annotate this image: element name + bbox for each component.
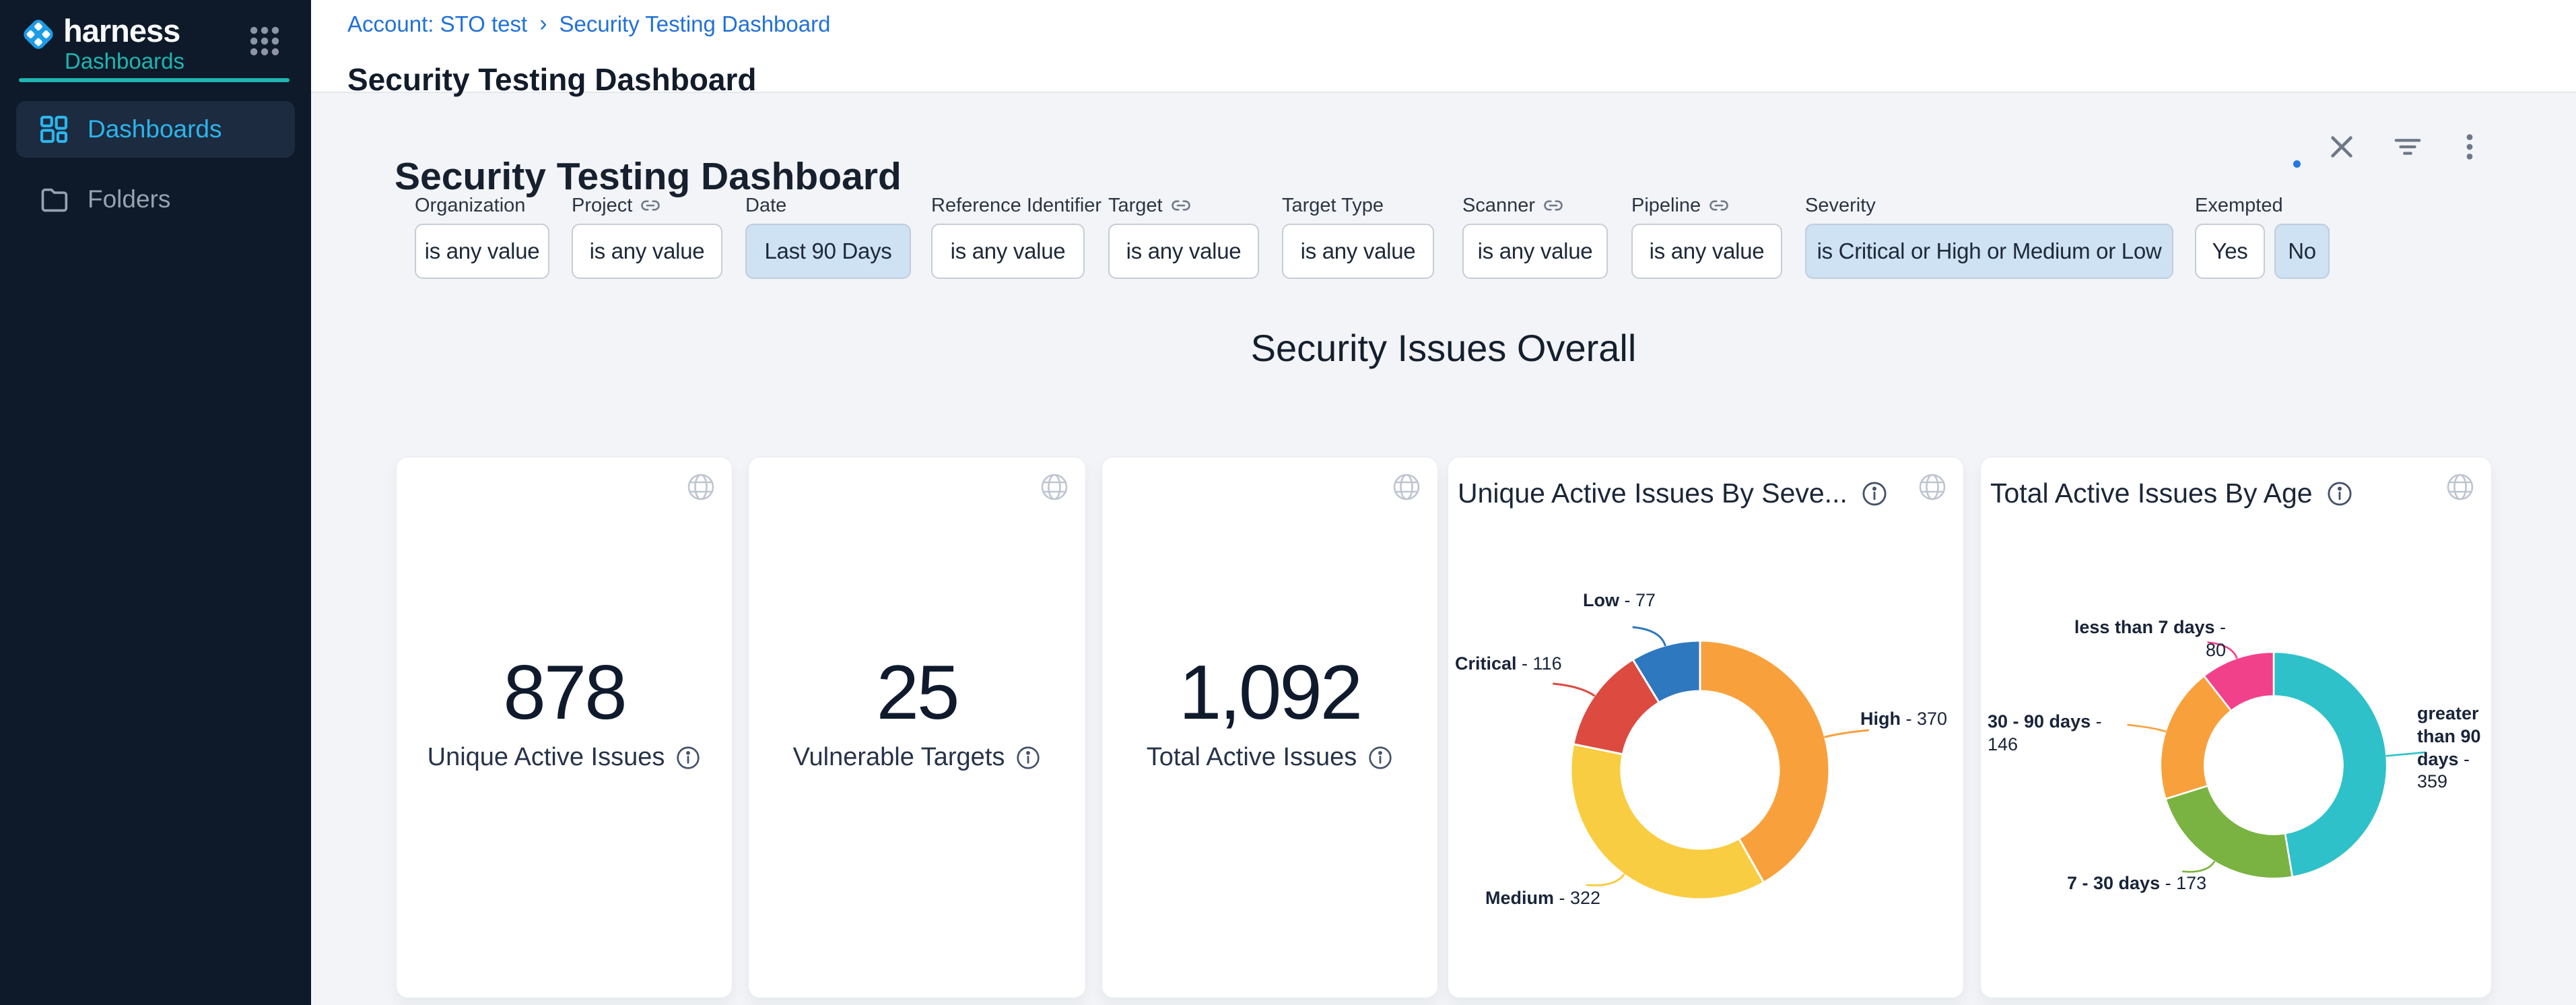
close-icon[interactable] (2323, 128, 2361, 166)
kebab-menu-icon[interactable] (2451, 128, 2488, 166)
filter-label: Project (572, 195, 632, 217)
filter-icon[interactable] (2389, 128, 2427, 166)
stat-value: 1,092 (1102, 649, 1437, 737)
chart-callout-7-30-days: 7 - 30 days - 173 (2067, 872, 2214, 895)
filter-severity: Severity is Critical or High or Medium o… (1805, 193, 2173, 279)
filter-value[interactable]: is any value (572, 224, 722, 279)
filter-scanner: Scanner is any value (1462, 193, 1608, 279)
sidebar-accent-underline (19, 78, 290, 82)
severity-donut-chart[interactable] (1559, 628, 1841, 911)
globe-icon[interactable] (1040, 472, 1069, 505)
chart-card-issues-by-severity: Unique Active Issues By Seve... High - 3… (1448, 457, 1964, 998)
chart-callout-medium: Medium - 322 (1485, 887, 1610, 910)
age-donut-chart[interactable] (2150, 641, 2398, 889)
topbar: Account: STO test › Security Testing Das… (311, 0, 2576, 93)
harness-logo-icon (19, 15, 58, 54)
filter-value[interactable]: is any value (415, 224, 549, 279)
filter-date: Date Last 90 Days (745, 193, 911, 279)
sidebar-item-label: Dashboards (88, 115, 222, 143)
exempted-yes-button[interactable]: Yes (2195, 224, 2265, 279)
stat-card-vulnerable-targets: 25 Vulnerable Targets (748, 457, 1086, 998)
sidebar-item-label: Folders (88, 185, 170, 214)
breadcrumb: Account: STO test › Security Testing Das… (347, 11, 830, 37)
filter-target: Target is any value (1108, 193, 1259, 279)
stat-value: 878 (397, 649, 732, 737)
filter-value[interactable]: Last 90 Days (745, 224, 911, 279)
globe-icon[interactable] (1392, 472, 1421, 505)
dashboards-icon (39, 115, 69, 144)
filter-label: Reference Identifier (931, 193, 1085, 218)
filter-label: Organization (415, 193, 549, 218)
chart-callout-greater-90-days: greater than 90 days - 359 (2417, 703, 2493, 793)
filter-value[interactable]: is any value (931, 224, 1085, 279)
chart-title: Unique Active Issues By Seve... (1458, 478, 1848, 509)
stat-card-total-active-issues: 1,092 Total Active Issues (1101, 457, 1438, 998)
info-icon[interactable] (1861, 480, 1888, 507)
section-title: Security Issues Overall (311, 326, 2576, 370)
filter-value[interactable]: is any value (1108, 224, 1259, 279)
module-name: Dashboards (65, 48, 184, 74)
stat-label: Total Active Issues (1147, 743, 1357, 772)
stat-label: Vulnerable Targets (793, 743, 1005, 772)
chart-callout-less-7-days: less than 7 days - 80 (2059, 616, 2226, 662)
notification-dot (2293, 160, 2301, 168)
chart-callout-critical: Critical - 116 (1455, 653, 1571, 676)
sidebar-item-dashboards[interactable]: Dashboards (16, 101, 295, 158)
filter-value[interactable]: is any value (1462, 224, 1608, 279)
folder-icon (39, 185, 69, 214)
filter-project: Project is any value (572, 193, 722, 279)
filter-label: Exempted (2195, 193, 2357, 218)
filter-organization: Organization is any value (415, 193, 549, 279)
link-icon (1171, 195, 1191, 216)
filter-label: Target (1108, 195, 1163, 217)
filter-exempted: Exempted Yes No (2195, 193, 2357, 279)
globe-icon[interactable] (2445, 472, 2475, 505)
filter-label: Date (745, 193, 911, 218)
filter-label: Pipeline (1631, 195, 1701, 217)
chart-callout-30-90-days: 30 - 90 days - 146 (1988, 711, 2137, 756)
link-icon (1543, 195, 1563, 216)
info-icon[interactable] (2326, 480, 2353, 507)
breadcrumb-chevron-icon: › (539, 11, 547, 37)
chart-title: Total Active Issues By Age (1990, 478, 2313, 509)
chart-card-issues-by-age: Total Active Issues By Age greater than … (1980, 457, 2492, 998)
filter-value[interactable]: is any value (1282, 224, 1434, 279)
stat-card-unique-active-issues: 878 Unique Active Issues (396, 457, 733, 998)
sidebar-item-folders[interactable]: Folders (16, 171, 295, 228)
stat-value: 25 (749, 649, 1085, 737)
filter-reference-identifier: Reference Identifier is any value (931, 193, 1085, 279)
globe-icon[interactable] (1918, 472, 1947, 505)
filter-label: Target Type (1282, 193, 1434, 218)
filter-label: Severity (1805, 193, 2173, 218)
page-title: Security Testing Dashboard (347, 61, 757, 98)
breadcrumb-dashboard-link[interactable]: Security Testing Dashboard (560, 11, 831, 37)
harness-logo-text: harness (63, 12, 180, 49)
filter-pipeline: Pipeline is any value (1631, 193, 1782, 279)
breadcrumb-account-link[interactable]: Account: STO test (347, 11, 527, 37)
link-icon (640, 195, 660, 216)
app-grid-icon[interactable] (248, 24, 281, 58)
chart-callout-high: High - 370 (1860, 708, 1963, 731)
info-icon[interactable] (675, 745, 701, 771)
globe-icon[interactable] (686, 472, 716, 505)
info-icon[interactable] (1015, 745, 1041, 771)
sidebar: harness Dashboards Dashboards Folders (0, 0, 311, 1005)
filter-value[interactable]: is any value (1631, 224, 1782, 279)
info-icon[interactable] (1367, 745, 1393, 771)
dashboard-content: Security Testing Dashboard Organization … (311, 93, 2576, 1005)
link-icon (1709, 195, 1729, 216)
chart-callout-low: Low - 77 (1529, 589, 1656, 612)
exempted-no-button[interactable]: No (2274, 224, 2330, 279)
filter-target-type: Target Type is any value (1282, 193, 1434, 279)
filter-label: Scanner (1462, 195, 1535, 217)
filter-value[interactable]: is Critical or High or Medium or Low (1805, 224, 2173, 279)
stat-label: Unique Active Issues (428, 743, 665, 772)
